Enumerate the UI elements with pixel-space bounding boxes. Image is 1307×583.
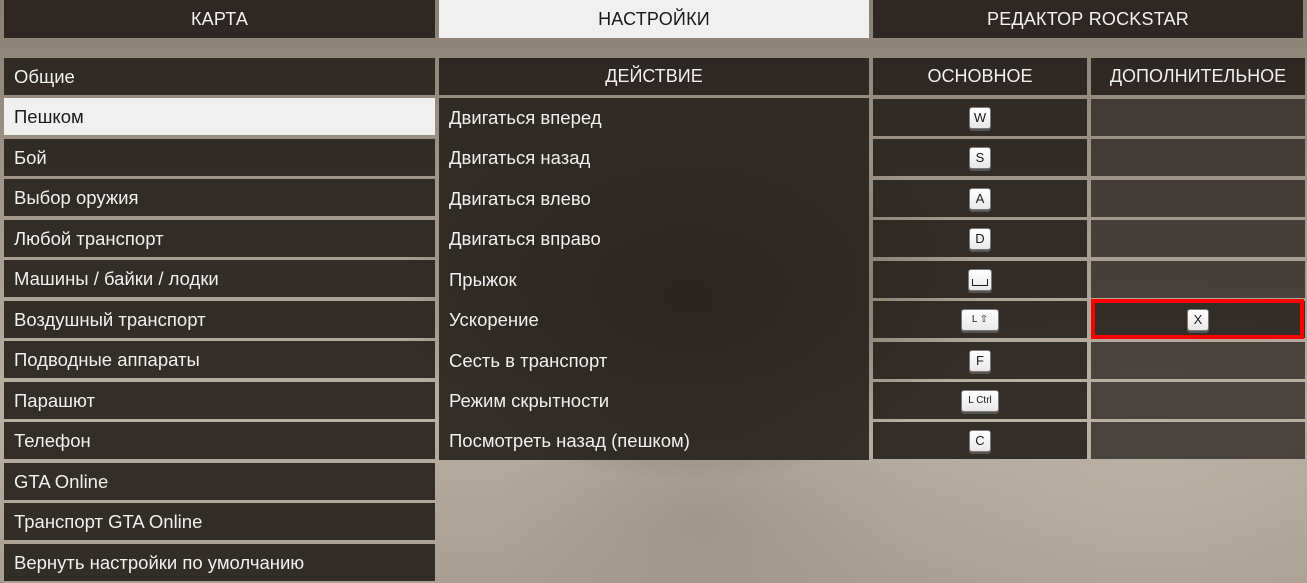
primary-binding-cell[interactable]	[873, 261, 1087, 298]
action-label[interactable]: Сесть в транспорт	[449, 342, 607, 379]
secondary-binding-cell[interactable]	[1091, 382, 1305, 419]
sidebar-item-weapon-select[interactable]: Выбор оружия	[4, 179, 435, 216]
header-primary: ОСНОВНОЕ	[873, 58, 1087, 95]
secondary-binding-cell-selected[interactable]: X	[1091, 301, 1305, 338]
key-x: X	[1187, 308, 1209, 331]
action-label[interactable]: Прыжок	[449, 261, 517, 298]
primary-binding-cell[interactable]: C	[873, 422, 1087, 459]
key-a: A	[969, 187, 991, 210]
action-label[interactable]: Двигаться вправо	[449, 220, 601, 257]
secondary-binding-cell[interactable]	[1091, 220, 1305, 257]
primary-binding-cell[interactable]: D	[873, 220, 1087, 257]
sidebar-item-aircraft[interactable]: Воздушный транспорт	[4, 301, 435, 338]
secondary-binding-cell[interactable]	[1091, 342, 1305, 379]
action-label[interactable]: Режим скрытности	[449, 382, 609, 419]
sidebar-item-cars-bikes-boats[interactable]: Машины / байки / лодки	[4, 260, 435, 297]
primary-binding-cell[interactable]: L ⇧	[873, 301, 1087, 338]
sidebar-item-combat[interactable]: Бой	[4, 139, 435, 176]
sidebar-item-restore-defaults[interactable]: Вернуть настройки по умолчанию	[4, 544, 435, 581]
header-secondary: ДОПОЛНИТЕЛЬНОЕ	[1091, 58, 1305, 95]
sidebar-item-phone[interactable]: Телефон	[4, 422, 435, 459]
secondary-binding-cell[interactable]	[1091, 139, 1305, 176]
tab-rockstar-editor[interactable]: РЕДАКТОР ROCKSTAR	[873, 0, 1303, 38]
primary-binding-cell[interactable]: F	[873, 342, 1087, 379]
key-w: W	[969, 106, 991, 129]
key-f: F	[969, 349, 991, 372]
spacebar-key-icon	[968, 268, 992, 291]
sidebar-item-gta-online-vehicles[interactable]: Транспорт GTA Online	[4, 503, 435, 540]
secondary-binding-cell[interactable]	[1091, 422, 1305, 459]
sidebar-item-on-foot[interactable]: Пешком	[4, 98, 435, 135]
header-action: ДЕЙСТВИЕ	[439, 58, 869, 95]
key-left-ctrl: L Ctrl	[961, 389, 999, 412]
action-label[interactable]: Ускорение	[449, 301, 539, 338]
key-c: C	[969, 429, 991, 452]
tab-map[interactable]: КАРТА	[4, 0, 435, 38]
primary-binding-cell[interactable]: S	[873, 139, 1087, 176]
secondary-binding-cell[interactable]	[1091, 261, 1305, 298]
secondary-binding-cell[interactable]	[1091, 180, 1305, 217]
action-label[interactable]: Двигаться влево	[449, 180, 591, 217]
primary-binding-cell[interactable]: L Ctrl	[873, 382, 1087, 419]
primary-binding-cell[interactable]: W	[873, 99, 1087, 136]
sidebar-item-general[interactable]: Общие	[4, 58, 435, 95]
tab-settings[interactable]: НАСТРОЙКИ	[439, 0, 869, 38]
action-label[interactable]: Двигаться назад	[449, 139, 590, 176]
sidebar-item-parachute[interactable]: Парашют	[4, 382, 435, 419]
key-s: S	[969, 146, 991, 169]
key-left-shift: L ⇧	[961, 308, 999, 331]
sidebar-item-submarines[interactable]: Подводные аппараты	[4, 341, 435, 378]
sidebar-item-any-vehicle[interactable]: Любой транспорт	[4, 220, 435, 257]
secondary-binding-cell[interactable]	[1091, 99, 1305, 136]
key-d: D	[969, 227, 991, 250]
action-label[interactable]: Двигаться вперед	[449, 99, 602, 136]
sidebar-item-gta-online[interactable]: GTA Online	[4, 463, 435, 500]
action-label[interactable]: Посмотреть назад (пешком)	[449, 422, 690, 459]
primary-binding-cell[interactable]: A	[873, 180, 1087, 217]
